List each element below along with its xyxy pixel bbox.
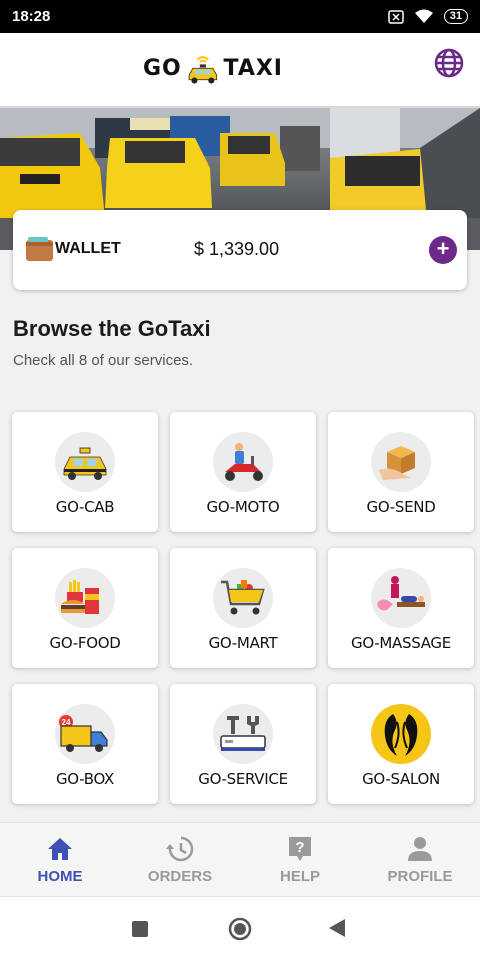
wallet-icon — [26, 237, 53, 261]
gotaxi-logo: GO TAXI — [143, 41, 283, 96]
shopping-cart-icon — [213, 568, 273, 628]
home-circle-icon[interactable] — [228, 917, 252, 941]
globe-icon — [434, 48, 464, 78]
service-label: GO-SALON — [362, 770, 440, 788]
back-icon[interactable] — [329, 919, 345, 937]
nav-label: PROFILE — [387, 868, 453, 885]
help-icon: ? — [289, 837, 311, 861]
service-go-salon[interactable]: GO-SALON — [328, 684, 474, 804]
salon-icon — [371, 704, 431, 764]
person-icon — [408, 837, 432, 861]
service-go-send[interactable]: GO-SEND — [328, 412, 474, 532]
nav-orders[interactable]: ORDERS — [120, 823, 240, 896]
nav-label: HELP — [279, 868, 320, 885]
wifi-icon — [414, 9, 433, 23]
service-go-food[interactable]: GO-FOOD — [12, 548, 158, 668]
status-bar: 18:28 31 — [0, 0, 480, 33]
scooter-icon — [213, 432, 273, 492]
browse-subtitle: Check all 8 of our services. — [13, 352, 194, 369]
svg-text:?: ? — [295, 839, 304, 856]
nav-profile[interactable]: PROFILE — [360, 823, 480, 896]
recents-icon[interactable] — [132, 921, 148, 937]
service-go-cab[interactable]: GO-CAB — [12, 412, 158, 532]
browse-title: Browse the GoTaxi — [13, 316, 211, 341]
status-time: 18:28 — [12, 8, 51, 25]
service-go-massage[interactable]: GO-MASSAGE — [328, 548, 474, 668]
wallet-card: WALLET $ 1,339.00 + — [13, 210, 467, 290]
app-header: GO TAXI — [0, 33, 480, 108]
battery-indicator: 31 — [443, 9, 468, 24]
taxi-icon — [55, 432, 115, 492]
nav-help[interactable]: ? HELP — [240, 823, 360, 896]
package-icon — [371, 432, 431, 492]
bottom-navigation: HOME ORDERS ? HELP PROFILE — [0, 822, 480, 896]
wallet-label: WALLET — [55, 240, 121, 257]
service-label: GO-BOX — [55, 770, 115, 788]
delivery-truck-icon: 24 — [55, 704, 115, 764]
service-label: GO-CAB — [55, 498, 115, 516]
status-icons: 31 — [388, 9, 468, 24]
service-label: GO-MOTO — [206, 498, 280, 516]
service-go-service[interactable]: GO-SERVICE — [170, 684, 316, 804]
nav-label: HOME — [37, 868, 83, 885]
language-button[interactable] — [433, 47, 465, 79]
home-icon — [48, 838, 72, 860]
fastfood-icon — [55, 568, 115, 628]
sim-off-icon — [388, 9, 404, 24]
service-label: GO-MASSAGE — [351, 634, 451, 652]
service-go-box[interactable]: 24 GO-BOX — [12, 684, 158, 804]
massage-icon — [371, 568, 431, 628]
service-label: GO-MART — [208, 634, 278, 652]
nav-label: ORDERS — [147, 868, 213, 885]
taxi-logo-icon — [188, 55, 217, 84]
service-label: GO-SERVICE — [198, 770, 288, 788]
add-funds-button[interactable]: + — [429, 236, 457, 264]
service-go-mart[interactable]: GO-MART — [170, 548, 316, 668]
service-label: GO-FOOD — [49, 634, 121, 652]
logo-text-go: GO — [143, 56, 182, 81]
service-go-moto[interactable]: GO-MOTO — [170, 412, 316, 532]
nav-home[interactable]: HOME — [0, 823, 120, 896]
history-icon — [166, 836, 194, 862]
system-navigation-bar — [0, 896, 480, 960]
wallet-balance: $ 1,339.00 — [194, 239, 280, 259]
service-label: GO-SEND — [366, 498, 436, 516]
tools-icon — [213, 704, 273, 764]
logo-text-taxi: TAXI — [223, 56, 283, 81]
